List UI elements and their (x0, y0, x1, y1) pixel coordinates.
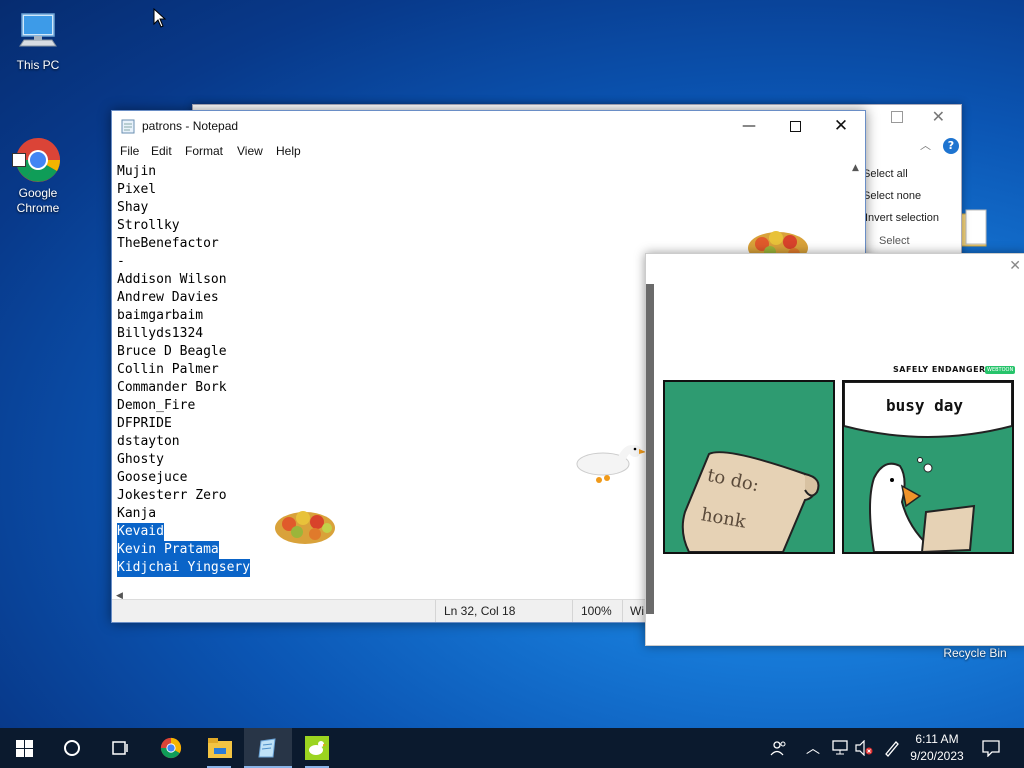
maximize-button[interactable] (772, 111, 818, 141)
comic-panel-2: busy day (842, 380, 1014, 554)
comic-header: SAFELY ENDANGERED (893, 365, 999, 374)
text-line[interactable]: Bruce D Beagle (117, 343, 227, 361)
notepad-icon (258, 738, 276, 758)
text-line[interactable]: Pixel (117, 181, 156, 199)
maximize-icon[interactable] (891, 111, 903, 123)
text-line[interactable]: Jokesterr Zero (117, 487, 227, 505)
text-line[interactable]: Ghosty (117, 451, 164, 469)
comic-panel-1: to do: honk (663, 380, 835, 554)
goose-icon[interactable] (575, 440, 647, 496)
search-button[interactable] (48, 728, 96, 768)
chrome-icon (12, 121, 62, 182)
help-icon[interactable]: ? (943, 138, 959, 154)
text-line[interactable]: Commander Bork (117, 379, 227, 397)
window-title: patrons - Notepad (142, 119, 239, 133)
menu-edit[interactable]: Edit (151, 144, 172, 158)
search-icon (64, 740, 80, 756)
taskbar-chrome-button[interactable] (147, 728, 195, 768)
desktop-icon-label: Recycle Bin (943, 646, 1007, 660)
taskbar-notepad-button[interactable] (244, 728, 292, 768)
chevron-up-icon[interactable]: ︿ (806, 738, 820, 758)
text-line[interactable]: TheBenefactor (117, 235, 219, 253)
clock-date[interactable]: 9/20/2023 (905, 749, 969, 763)
text-line[interactable]: Kevin Pratama (117, 541, 219, 559)
menu-file[interactable]: File (120, 144, 139, 158)
menu-format[interactable]: Format (185, 144, 223, 158)
cursor-position: Ln 32, Col 18 (444, 604, 516, 618)
select-none-button[interactable]: Select none (863, 190, 921, 202)
desktop-icon-label: Google Chrome (16, 186, 60, 215)
window-edge (646, 284, 654, 614)
menu-view[interactable]: View (237, 144, 263, 158)
taskbar-goose-button[interactable] (293, 728, 341, 768)
taskbar: ︿ 6:11 AM 9/20/2023 (0, 728, 1024, 768)
webtoon-badge: WEBTOON (985, 366, 1016, 374)
mouse-cursor-icon (153, 7, 167, 32)
invert-selection-button[interactable]: Invert selection (865, 212, 939, 224)
text-line[interactable]: - (117, 253, 125, 271)
volume-muted-icon[interactable] (855, 739, 873, 760)
close-icon[interactable]: ✕ (932, 107, 945, 126)
maximize-icon (789, 121, 801, 132)
busy-day-text: busy day (886, 396, 964, 415)
text-line[interactable]: dstayton (117, 433, 180, 451)
shortcut-arrow-icon (12, 153, 26, 167)
close-icon: ✕ (833, 116, 849, 136)
taskbar-file-explorer-button[interactable] (195, 728, 243, 768)
network-icon[interactable] (831, 740, 849, 760)
scroll-up-icon[interactable]: ▲ (852, 163, 859, 173)
notepad-icon (121, 118, 135, 134)
desktop-icon-chrome[interactable]: Google Chrome (0, 106, 76, 231)
minimize-icon: — (742, 118, 756, 134)
clock-time[interactable]: 6:11 AM (905, 732, 969, 746)
goose-icon (305, 736, 329, 760)
menu-bar: File Edit Format View Help (112, 141, 865, 161)
text-line[interactable]: Shay (117, 199, 148, 217)
chrome-icon (160, 737, 182, 759)
title-bar[interactable]: patrons - Notepad — ✕ (112, 111, 865, 141)
close-button[interactable]: ✕ (818, 111, 864, 141)
text-line[interactable]: baimgarbaim (117, 307, 203, 325)
text-line[interactable]: Billyds1324 (117, 325, 203, 343)
text-line[interactable]: Kevaid (117, 523, 164, 541)
start-button[interactable] (0, 728, 48, 768)
text-line[interactable]: DFPRIDE (117, 415, 172, 433)
ribbon-group-label: Select (879, 235, 910, 247)
folder-icon (958, 208, 990, 248)
text-line[interactable]: Andrew Davies (117, 289, 219, 307)
comic-popup-window[interactable]: ✕ SAFELY ENDANGERED WEBTOON to do: honk … (645, 253, 1024, 646)
text-line[interactable]: Kanja (117, 505, 156, 523)
task-view-icon (112, 741, 128, 755)
text-line[interactable]: Mujin (117, 163, 156, 181)
pen-icon[interactable] (883, 739, 901, 761)
select-all-button[interactable]: Select all (863, 168, 908, 180)
leaf-pile-icon (271, 500, 341, 552)
people-icon[interactable] (770, 739, 788, 757)
text-line[interactable]: Strollky (117, 217, 180, 235)
close-icon[interactable]: ✕ (1009, 258, 1021, 274)
chevron-up-icon[interactable]: ︿ (920, 137, 931, 153)
desktop-icon-label: This PC (16, 58, 60, 72)
minimize-button[interactable]: — (726, 111, 772, 141)
menu-help[interactable]: Help (276, 144, 301, 158)
task-view-button[interactable] (96, 728, 144, 768)
line-ending: Wi (630, 604, 644, 618)
notifications-icon[interactable] (982, 739, 1000, 761)
text-line[interactable]: Kidjchai Yingsery (117, 559, 251, 577)
desktop-icon-this-pc[interactable]: This PC (0, 8, 76, 73)
zoom-level: 100% (581, 604, 612, 618)
text-line[interactable]: Collin Palmer (117, 361, 219, 379)
text-line[interactable]: Goosejuce (117, 469, 187, 487)
computer-icon (14, 8, 62, 56)
file-explorer-icon (208, 738, 232, 758)
text-line[interactable]: Demon_Fire (117, 397, 195, 415)
start-icon (16, 740, 33, 757)
text-line[interactable]: Addison Wilson (117, 271, 227, 289)
